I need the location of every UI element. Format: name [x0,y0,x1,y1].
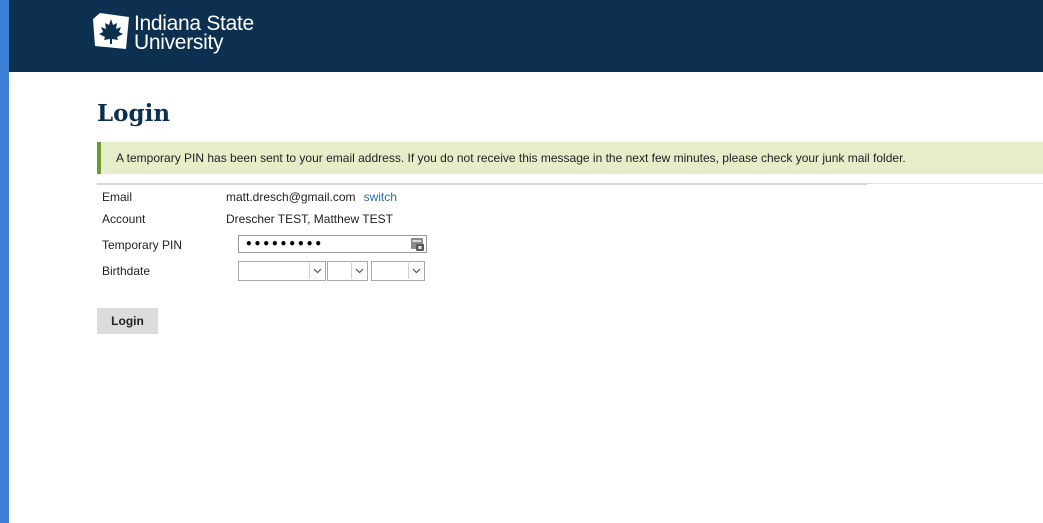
form-divider-right [867,183,1043,184]
site-header: Indiana State University [9,0,1043,72]
birth-day-select[interactable] [327,261,368,281]
email-value: matt.dresch@gmail.com [226,190,356,204]
pin-sent-notice: A temporary PIN has been sent to your em… [97,142,1043,174]
form-divider [97,183,867,185]
month-dropdown-arrow [309,263,324,279]
temporary-pin-input[interactable] [238,235,427,253]
maple-leaf-icon [93,13,129,49]
birthdate-label: Birthdate [102,264,151,278]
birth-month-select[interactable] [238,261,326,281]
year-dropdown-arrow [408,263,423,279]
account-label: Account [102,212,146,226]
account-value: Drescher TEST, Matthew TEST [226,212,393,226]
university-logo-text[interactable]: Indiana State University [134,13,254,54]
window-left-edge [0,0,9,523]
chevron-down-icon [313,268,322,274]
pin-label: Temporary PIN [102,238,183,252]
chevron-down-icon [412,268,421,274]
day-dropdown-arrow [351,263,366,279]
switch-link[interactable]: switch [364,190,397,204]
logo-line-2: University [134,31,224,54]
email-label: Email [102,190,133,204]
page-title: Login [97,100,171,127]
login-button[interactable]: Login [97,308,158,334]
password-manager-icon[interactable] [411,237,424,251]
chevron-down-icon [355,268,364,274]
email-value-wrap: matt.dresch@gmail.com switch [226,190,397,204]
birth-year-select[interactable] [371,261,425,281]
